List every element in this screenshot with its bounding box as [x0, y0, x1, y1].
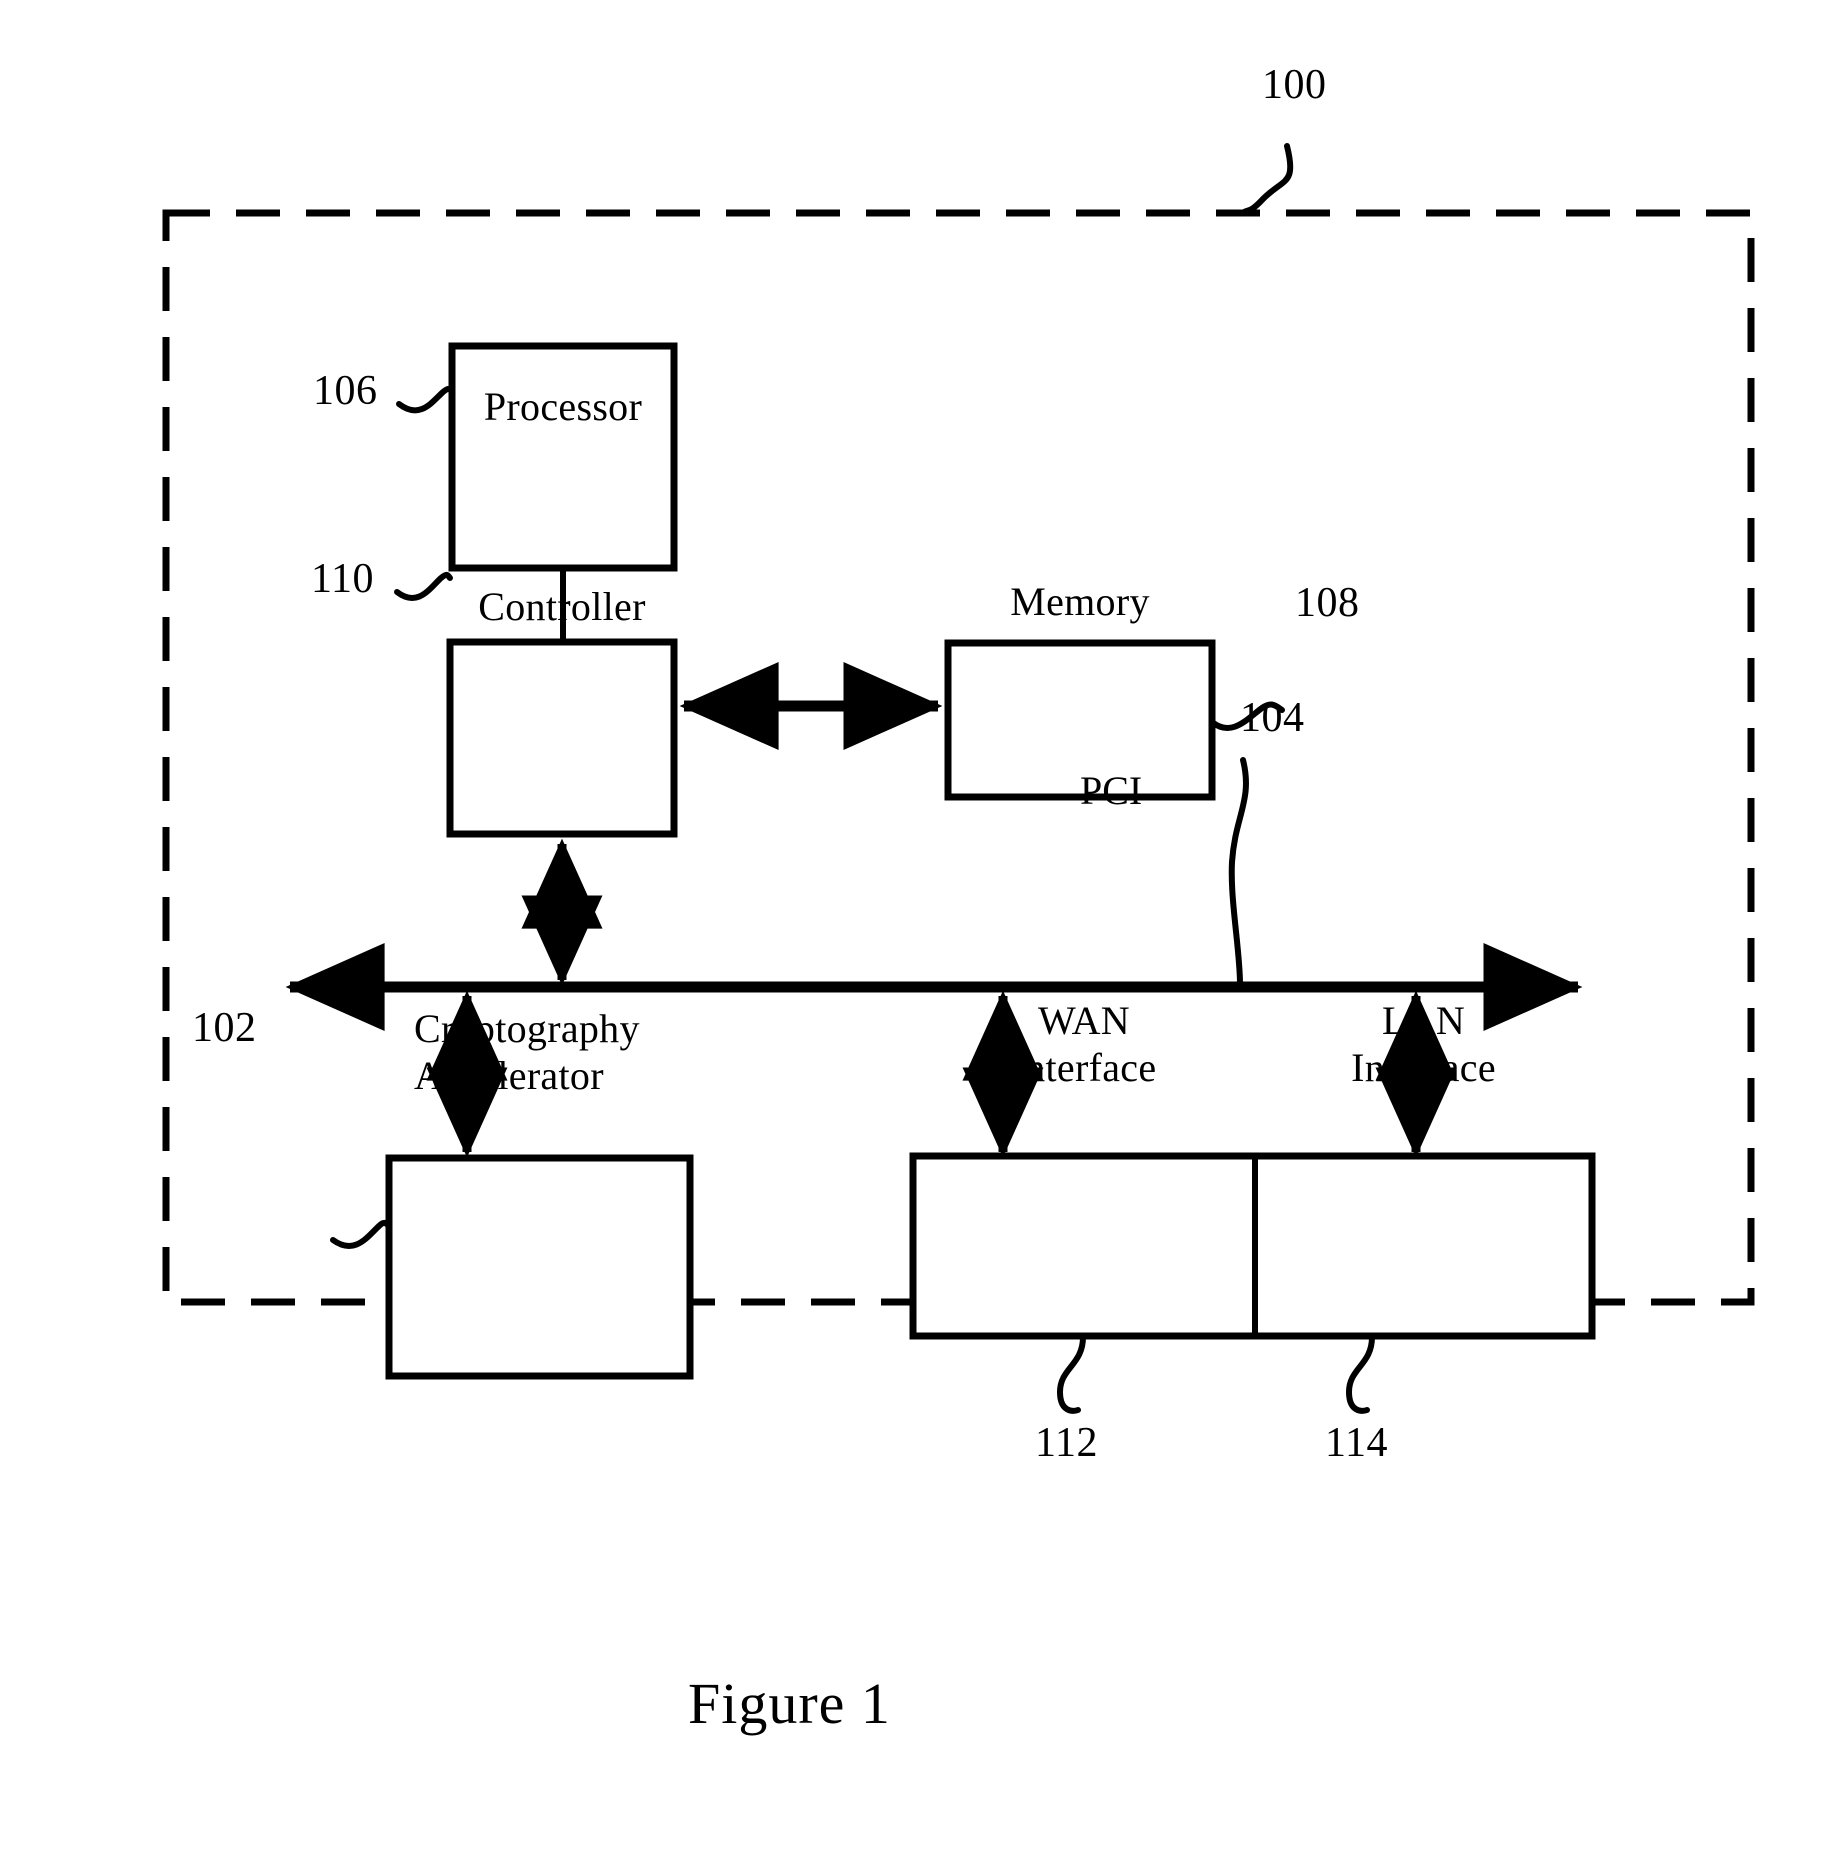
ref-numeral-110: 110 — [311, 556, 374, 602]
wan-interface-label: WAN Interface — [1011, 998, 1157, 1091]
controller-label: Controller — [478, 584, 646, 629]
leader-line-104 — [1228, 757, 1249, 987]
memory-label: Memory — [1010, 579, 1150, 624]
leader-line-102 — [330, 1219, 392, 1249]
lan-interface-label: LAN Interface — [1351, 998, 1496, 1091]
leader-line-110 — [394, 571, 453, 601]
figure-drawing-canvas — [162, 143, 1755, 1414]
ref-numeral-100: 100 — [1262, 62, 1327, 108]
ref-numeral-112: 112 — [1035, 1420, 1098, 1466]
leader-line-114 — [1345, 1334, 1375, 1414]
patent-figure: Processor Controller Memory Cryptography… — [0, 0, 1826, 1873]
ref-numeral-106: 106 — [313, 368, 378, 414]
ref-numeral-108: 108 — [1295, 580, 1360, 626]
leader-line-106 — [396, 385, 455, 414]
leader-line-112 — [1056, 1334, 1086, 1414]
ref-numeral-104: 104 — [1240, 695, 1305, 741]
cryptography-accelerator-box — [385, 1154, 694, 1380]
processor-box — [448, 342, 678, 572]
processor-label: Processor — [483, 384, 643, 429]
pci-bus-label: PCI — [1080, 768, 1143, 813]
leader-line-100 — [1240, 143, 1294, 216]
ref-numeral-114: 114 — [1325, 1420, 1388, 1466]
cryptography-accelerator-label: Cryptography Accelerator — [414, 1006, 640, 1099]
ref-numeral-102: 102 — [192, 1005, 257, 1051]
figure-caption: Figure 1 — [688, 1671, 891, 1736]
controller-box — [446, 638, 678, 838]
